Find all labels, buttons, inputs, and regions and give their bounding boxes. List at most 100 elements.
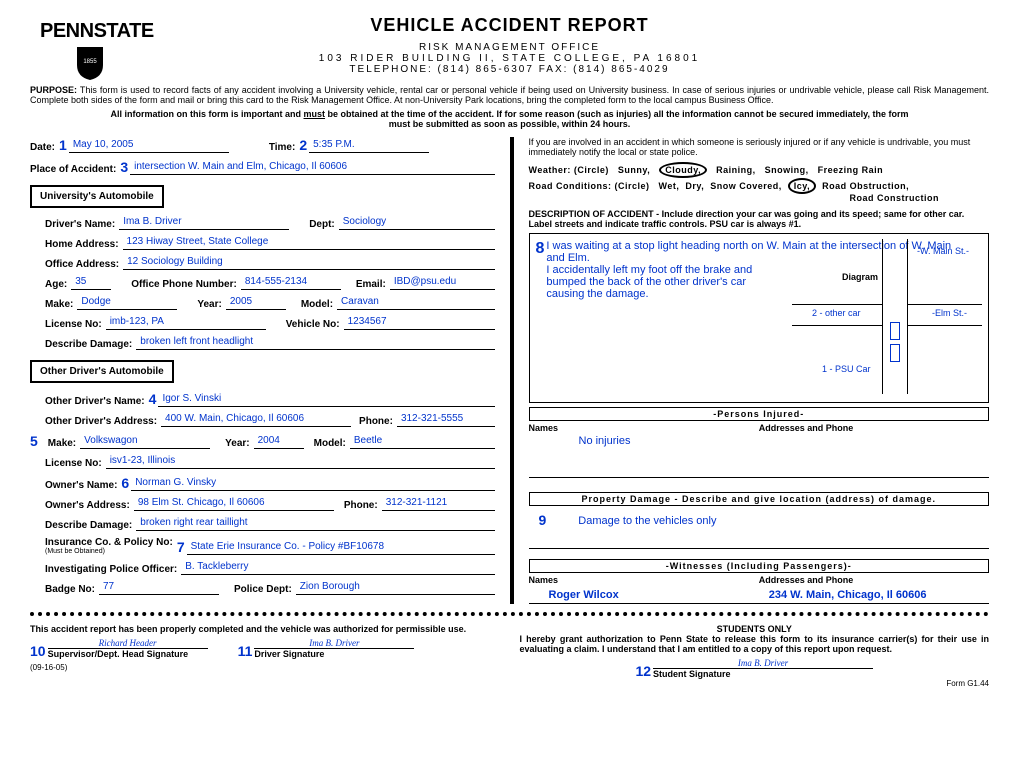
- shield-icon: 1855: [75, 45, 105, 81]
- license-label: License No:: [45, 319, 102, 330]
- witness-name: Roger Wilcox: [529, 589, 769, 601]
- page-title: VEHICLE ACCIDENT REPORT: [30, 15, 989, 36]
- driver-name: Ima B. Driver: [119, 216, 289, 230]
- road-row: Road Conditions: (Circle) Wet, Dry, Snow…: [529, 181, 990, 203]
- description-box: 8 I was waiting at a stop light heading …: [529, 233, 990, 403]
- other-year: 2004: [254, 435, 304, 449]
- logo: PENNSTATE 1855: [40, 20, 154, 84]
- section-university-auto: University's Automobile: [30, 185, 164, 208]
- owner-phone-label: Phone:: [344, 500, 378, 511]
- ins-label: Insurance Co. & Policy No:: [45, 537, 173, 548]
- witness-addr-label: Addresses and Phone: [759, 575, 989, 585]
- road-construction: Road Construction: [529, 193, 990, 203]
- property-damage-text: Damage to the vehicles only: [548, 515, 716, 527]
- owner-phone: 312-321-1121: [382, 497, 495, 511]
- marker-6: 6: [121, 475, 129, 491]
- office-phone: TELEPHONE: (814) 865-6307 FAX: (814) 865…: [30, 64, 989, 75]
- owner-addr-label: Owner's Address:: [45, 500, 130, 511]
- home-label: Home Address:: [45, 239, 119, 250]
- other-name: Igor S. Vinski: [158, 393, 494, 407]
- marker-2: 2: [299, 137, 307, 153]
- owner-label: Owner's Name:: [45, 480, 117, 491]
- marker-1: 1: [59, 137, 67, 153]
- age-label: Age:: [45, 279, 67, 290]
- make-label: Make:: [45, 299, 73, 310]
- date-value: May 10, 2005: [69, 139, 229, 153]
- officer-label: Investigating Police Officer:: [45, 564, 177, 575]
- other-model: Beetle: [350, 435, 495, 449]
- dept-label: Dept:: [309, 219, 335, 230]
- weather-label: Weather: (Circle): [529, 165, 609, 175]
- driver-name-label: Driver's Name:: [45, 219, 115, 230]
- notify-text: If you are involved in an accident in wh…: [529, 137, 990, 157]
- police-dept-label: Police Dept:: [234, 584, 292, 595]
- purpose-body: This form is used to record facts of any…: [30, 85, 989, 105]
- dotted-separator: [30, 612, 989, 616]
- footer-left-text: This accident report has been properly c…: [30, 624, 500, 634]
- logo-state: STATE: [94, 20, 154, 42]
- road-label: Road Conditions: (Circle): [529, 181, 650, 191]
- marker-9: 9: [529, 512, 547, 528]
- driver-sig-label: Driver Signature: [254, 649, 414, 659]
- desc-line-2: I accidentally left my foot off the brak…: [546, 264, 761, 300]
- left-column: Date: 1 May 10, 2005 Time: 2 5:35 P.M. P…: [30, 137, 510, 604]
- ins-note: (Must be Obtained): [45, 548, 177, 555]
- email-label: Email:: [356, 279, 386, 290]
- other-phone-label: Phone:: [359, 416, 393, 427]
- place-value: intersection W. Main and Elm, Chicago, I…: [130, 161, 494, 175]
- supervisor-sig-label: Supervisor/Dept. Head Signature: [48, 649, 208, 659]
- office-addr-value: 12 Sociology Building: [123, 256, 494, 270]
- student-sig-label: Student Signature: [653, 669, 873, 679]
- driver-signature: Ima B. Driver: [254, 638, 414, 649]
- marker-4: 4: [149, 391, 157, 407]
- home-value: 123 Hiway Street, State College: [123, 236, 495, 250]
- other-license: isv1-23, Illinois: [106, 455, 495, 469]
- road-dry: Dry,: [685, 181, 704, 191]
- footer-right-text: I hereby grant authorization to Penn Sta…: [520, 634, 990, 654]
- license-value: imb-123, PA: [106, 316, 266, 330]
- badge-value: 77: [99, 581, 219, 595]
- diagram-w-main: -W. Main St.-: [917, 246, 969, 256]
- officer-value: B. Tackleberry: [181, 561, 494, 575]
- dept-value: Sociology: [339, 216, 495, 230]
- weather-freezing: Freezing Rain: [818, 165, 884, 175]
- phone-label: Office Phone Number:: [131, 279, 237, 290]
- important-notice: All information on this form is importan…: [30, 109, 989, 129]
- time-value: 5:35 P.M.: [309, 139, 429, 153]
- purpose-text: PURPOSE: This form is used to record fac…: [30, 85, 989, 105]
- phone-value: 814-555-2134: [241, 276, 341, 290]
- office-addr-label: Office Address:: [45, 259, 119, 270]
- section-other-auto: Other Driver's Automobile: [30, 360, 174, 383]
- marker-12: 12: [635, 663, 651, 679]
- no-injuries: No injuries: [529, 435, 990, 478]
- badge-label: Badge No:: [45, 584, 95, 595]
- witnesses-header: -Witnesses (Including Passengers)-: [529, 559, 990, 573]
- vehicle-label: Vehicle No:: [286, 319, 340, 330]
- weather-cloudy-circled: Cloudy,: [659, 162, 707, 178]
- other-damage-label: Describe Damage:: [45, 520, 132, 531]
- other-model-label: Model:: [314, 438, 346, 449]
- other-addr: 400 W. Main, Chicago, Il 60606: [161, 413, 351, 427]
- time-label: Time:: [269, 142, 296, 153]
- names-label: Names: [529, 423, 759, 433]
- addr-label: Addresses and Phone: [759, 423, 989, 433]
- other-damage: broken right rear taillight: [136, 517, 494, 531]
- marker-8: 8: [536, 240, 545, 300]
- footer: This accident report has been properly c…: [30, 624, 989, 688]
- weather-raining: Raining,: [716, 165, 756, 175]
- marker-3: 3: [120, 159, 128, 175]
- diagram-car2-label: 2 - other car: [812, 308, 861, 318]
- witness-names-label: Names: [529, 575, 759, 585]
- year-label: Year:: [197, 299, 221, 310]
- supervisor-signature: Richard Header: [48, 638, 208, 649]
- diagram-car2-box: [890, 322, 900, 340]
- diagram-car1-box: [890, 344, 900, 362]
- damage-label: Describe Damage:: [45, 339, 132, 350]
- office-address: 103 RIDER BUILDING II, STATE COLLEGE, PA…: [30, 53, 989, 64]
- road-snow: Snow Covered,: [710, 181, 782, 191]
- model-value: Caravan: [337, 296, 494, 310]
- witness-addr: 234 W. Main, Chicago, Il 60606: [769, 589, 989, 601]
- weather-sunny: Sunny,: [618, 165, 650, 175]
- diagram: -W. Main St.- -Elm St.- 2 - other car 1 …: [792, 264, 982, 394]
- other-make: Volkswagon: [80, 435, 210, 449]
